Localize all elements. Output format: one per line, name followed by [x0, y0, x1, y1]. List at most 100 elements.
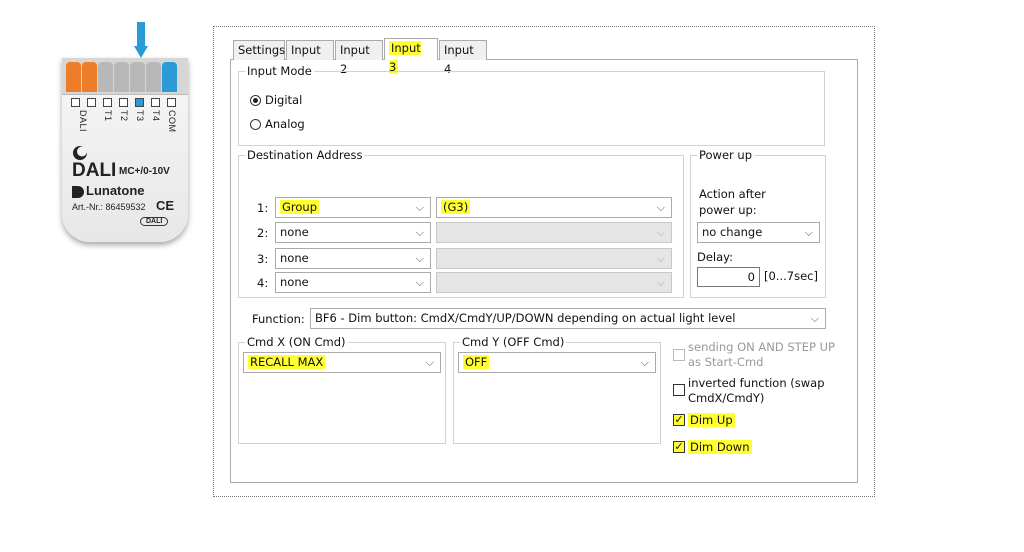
dest-value-select-3[interactable]: ⌵	[436, 248, 672, 269]
device-maker: Lunatone	[86, 183, 145, 198]
tab-input-3[interactable]: Input 3	[384, 38, 438, 74]
dim-down-checkbox[interactable]: ✓	[673, 441, 685, 453]
inverted-function-checkbox[interactable]	[673, 384, 685, 396]
chevron-down-icon: ⌵	[425, 356, 434, 369]
cmd-y-value: OFF	[463, 355, 490, 369]
dest-value-select-2[interactable]: ⌵	[436, 222, 672, 243]
chevron-down-icon: ⌵	[415, 276, 424, 289]
chevron-down-icon: ⌵	[415, 201, 424, 214]
tab-input-4[interactable]: Input 4	[439, 40, 487, 76]
power-up-colon-label: power up:	[699, 203, 757, 217]
chevron-down-icon: ⌵	[804, 226, 813, 239]
sending-on-label-2: as Start-Cmd	[688, 355, 764, 369]
dest-type-value: none	[280, 275, 309, 289]
dim-up-label: Dim Up	[688, 413, 735, 427]
dim-down-text: Dim Down	[688, 440, 752, 454]
action-after-label: Action after	[699, 187, 766, 201]
chevron-down-icon: ⌵	[656, 276, 665, 289]
chevron-down-icon: ⌵	[656, 252, 665, 265]
tab-input-1[interactable]: Input 1	[286, 40, 334, 76]
cmd-x-select[interactable]: RECALL MAX ⌵	[243, 352, 441, 373]
dest-row-index-3: 3:	[257, 252, 269, 266]
dim-down-label: Dim Down	[688, 440, 752, 454]
led-indicator	[167, 98, 176, 107]
dest-type-select-4[interactable]: none ⌵	[275, 272, 431, 293]
inverted-function-label-1: inverted function (swap	[688, 376, 825, 390]
sending-on-step-up-checkbox[interactable]	[673, 349, 685, 361]
cmd-y-select[interactable]: OFF ⌵	[458, 352, 656, 373]
device-brand: DALI	[72, 160, 117, 181]
radio-analog[interactable]	[250, 119, 261, 130]
cmd-x-value: RECALL MAX	[248, 355, 326, 369]
dim-up-checkbox[interactable]: ✓	[673, 414, 685, 426]
led-indicator	[151, 98, 160, 107]
function-label: Function:	[252, 312, 305, 326]
terminal-t3	[130, 62, 145, 92]
led-indicator	[119, 98, 128, 107]
led-indicator	[71, 98, 80, 107]
dim-up-text: Dim Up	[688, 413, 735, 427]
power-up-label: Power up	[697, 148, 755, 162]
tab-label: Settings	[238, 43, 286, 57]
destination-address-group: Destination Address 1: Group ⌵ (G3) ⌵ 2:…	[238, 148, 684, 298]
dest-row-index-1: 1:	[257, 201, 269, 215]
device-art-nr: Art.-Nr.: 86459532	[72, 202, 146, 212]
dest-type-select-3[interactable]: none ⌵	[275, 248, 431, 269]
tab-input-2[interactable]: Input 2	[335, 40, 383, 76]
terminal-dali-1	[66, 62, 81, 92]
function-select[interactable]: BF6 - Dim button: CmdX/CmdY/UP/DOWN depe…	[310, 308, 826, 329]
arrow-down-icon	[134, 22, 148, 58]
terminal-label-dali: DALI	[78, 110, 88, 133]
chevron-down-icon: ⌵	[810, 312, 819, 325]
power-up-action-select[interactable]: no change ⌵	[697, 222, 820, 243]
terminal-label-t2: T2	[119, 110, 129, 122]
dest-row-index-4: 4:	[257, 276, 269, 290]
input-mode-label: Input Mode	[245, 64, 314, 78]
power-up-action-value: no change	[702, 225, 763, 239]
function-value: BF6 - Dim button: CmdX/CmdY/UP/DOWN depe…	[315, 311, 736, 325]
terminal-t2	[114, 62, 129, 92]
cmd-y-group: Cmd Y (OFF Cmd) OFF ⌵	[453, 335, 661, 444]
tab-settings[interactable]: Settings	[233, 40, 285, 60]
cmd-y-label: Cmd Y (OFF Cmd)	[460, 335, 567, 349]
terminal-com	[162, 62, 177, 92]
chevron-down-icon: ⌵	[656, 226, 665, 239]
power-up-group: Power up Action after power up: no chang…	[690, 148, 826, 298]
input-mode-group: Input Mode Digital Analog	[238, 64, 825, 146]
dest-type-select-1[interactable]: Group ⌵	[275, 197, 431, 218]
terminal-t1	[98, 62, 113, 92]
dest-type-value: none	[280, 225, 309, 239]
dest-value-select-4[interactable]: ⌵	[436, 272, 672, 293]
chevron-down-icon: ⌵	[656, 201, 665, 214]
destination-address-label: Destination Address	[245, 148, 365, 162]
dest-value-select-1[interactable]: (G3) ⌵	[436, 197, 672, 218]
delay-label: Delay:	[697, 250, 734, 264]
device-model: MC+/0-10V	[119, 166, 170, 177]
terminal-label-t4: T4	[151, 110, 161, 122]
dest-type-value: none	[280, 251, 309, 265]
terminal-dali-2	[82, 62, 97, 92]
led-indicator	[103, 98, 112, 107]
sending-on-label-1: sending ON AND STEP UP	[688, 340, 835, 354]
cmd-x-label: Cmd X (ON Cmd)	[245, 335, 348, 349]
terminal-label-com: COM	[167, 110, 177, 133]
chevron-down-icon: ⌵	[640, 356, 649, 369]
led-indicator	[87, 98, 96, 107]
terminal-label-t1: T1	[103, 110, 113, 122]
cmd-x-group: Cmd X (ON Cmd) RECALL MAX ⌵	[238, 335, 446, 444]
dest-type-select-2[interactable]: none ⌵	[275, 222, 431, 243]
dest-value: (G3)	[441, 200, 471, 214]
lunatone-mark-icon	[72, 186, 84, 198]
radio-analog-label: Analog	[265, 117, 305, 131]
lunatone-logo-icon	[73, 146, 87, 160]
terminal-t4	[146, 62, 161, 92]
delay-range-label: [0...7sec]	[764, 269, 818, 283]
dest-row-index-2: 2:	[257, 226, 269, 240]
checkmark-icon: ✓	[674, 440, 684, 453]
delay-input[interactable]: 0	[697, 267, 760, 287]
dali-badge: DALI	[140, 217, 169, 226]
radio-digital[interactable]	[250, 95, 261, 106]
ce-mark: CE	[156, 198, 175, 213]
led-indicator-active	[135, 98, 144, 107]
terminal-label-t3: T3	[135, 110, 145, 122]
